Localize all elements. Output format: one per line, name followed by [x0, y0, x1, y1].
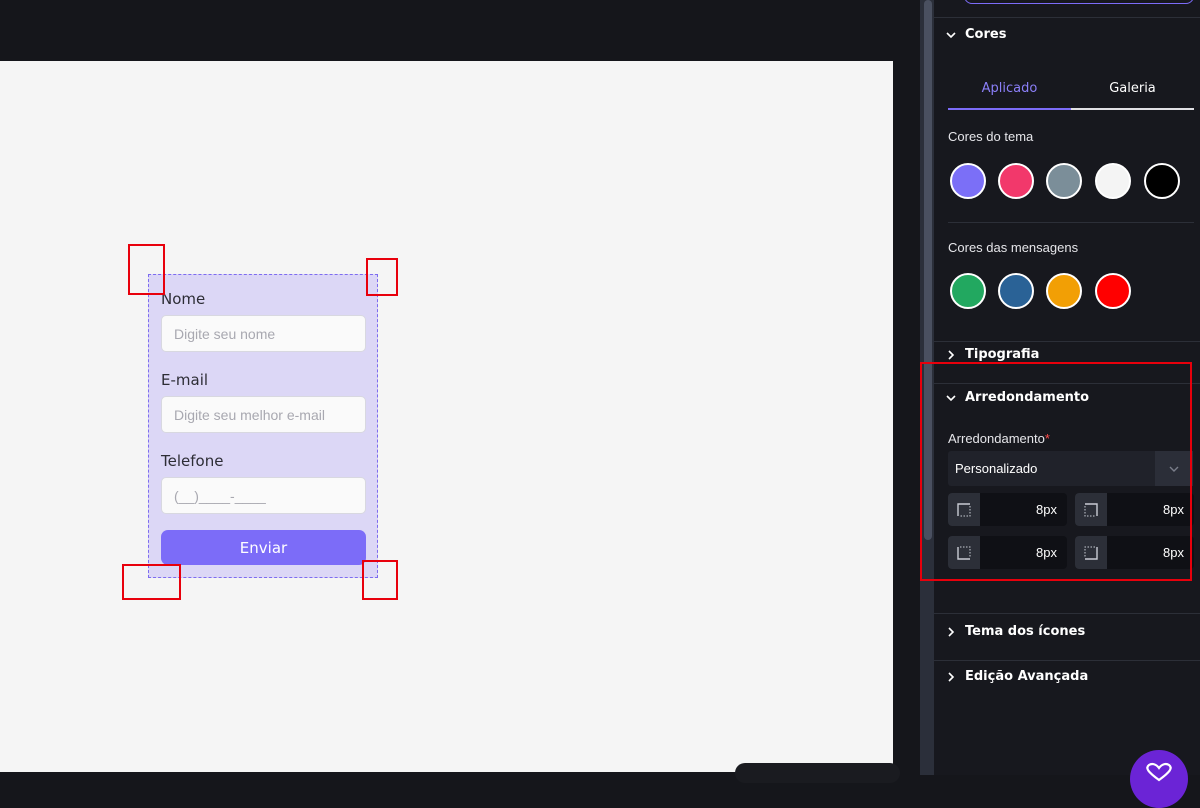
message-color-swatch[interactable] — [998, 273, 1034, 309]
message-color-swatch[interactable] — [1095, 273, 1131, 309]
corner-highlight-bottom-left — [122, 564, 181, 600]
message-color-swatch[interactable] — [1046, 273, 1082, 309]
icons-theme-section-header[interactable]: Tema dos ícones — [944, 624, 1085, 639]
theme-color-swatch[interactable] — [998, 163, 1034, 199]
email-label: E-mail — [161, 371, 209, 389]
colors-section-title: Cores — [965, 27, 1007, 42]
divider — [934, 660, 1200, 661]
top-field-outline[interactable] — [964, 0, 1194, 4]
name-label: Nome — [161, 290, 206, 308]
bottom-toolbar[interactable] — [735, 763, 900, 783]
name-input[interactable]: Digite seu nome — [161, 315, 366, 352]
theme-color-swatch[interactable] — [950, 163, 986, 199]
phone-input[interactable]: (__)____-____ — [161, 477, 366, 514]
email-input[interactable]: Digite seu melhor e-mail — [161, 396, 366, 433]
corner-highlight-top-right — [366, 258, 398, 296]
rounding-section-highlight — [920, 362, 1192, 581]
form-component[interactable]: Nome Digite seu nome E-mail Digite seu m… — [148, 274, 378, 578]
phone-label: Telefone — [161, 452, 224, 470]
tab-aplicado[interactable]: Aplicado — [948, 68, 1071, 110]
chevron-down-icon — [946, 31, 956, 38]
advanced-section-title: Edição Avançada — [965, 669, 1089, 684]
heart-chat-icon — [1146, 762, 1172, 782]
typography-section-title: Tipografia — [965, 347, 1040, 362]
advanced-section-header[interactable]: Edição Avançada — [944, 669, 1088, 684]
message-colors-label: Cores das mensagens — [948, 240, 1079, 255]
theme-color-swatch[interactable] — [1046, 163, 1082, 199]
divider — [934, 613, 1200, 614]
chevron-right-icon — [948, 671, 955, 682]
icons-theme-section-title: Tema dos ícones — [965, 624, 1086, 639]
divider — [934, 17, 1200, 18]
typography-section-header[interactable]: Tipografia — [944, 347, 1039, 362]
corner-highlight-bottom-right — [362, 560, 398, 600]
theme-color-swatch[interactable] — [1095, 163, 1131, 199]
theme-colors-label: Cores do tema — [948, 129, 1034, 144]
tab-galeria[interactable]: Galeria — [1071, 68, 1194, 110]
colors-section-header[interactable]: Cores — [944, 27, 1006, 42]
editor-stage: Nome Digite seu nome E-mail Digite seu m… — [0, 0, 920, 783]
divider — [948, 222, 1194, 223]
divider — [934, 341, 1200, 342]
theme-color-swatch[interactable] — [1144, 163, 1180, 199]
preview-canvas — [0, 61, 893, 772]
message-color-swatch[interactable] — [950, 273, 986, 309]
corner-highlight-top-left — [128, 244, 165, 295]
chevron-right-icon — [948, 626, 955, 637]
help-chat-button[interactable] — [1130, 750, 1188, 808]
chevron-right-icon — [948, 349, 955, 360]
submit-button[interactable]: Enviar — [161, 530, 366, 565]
